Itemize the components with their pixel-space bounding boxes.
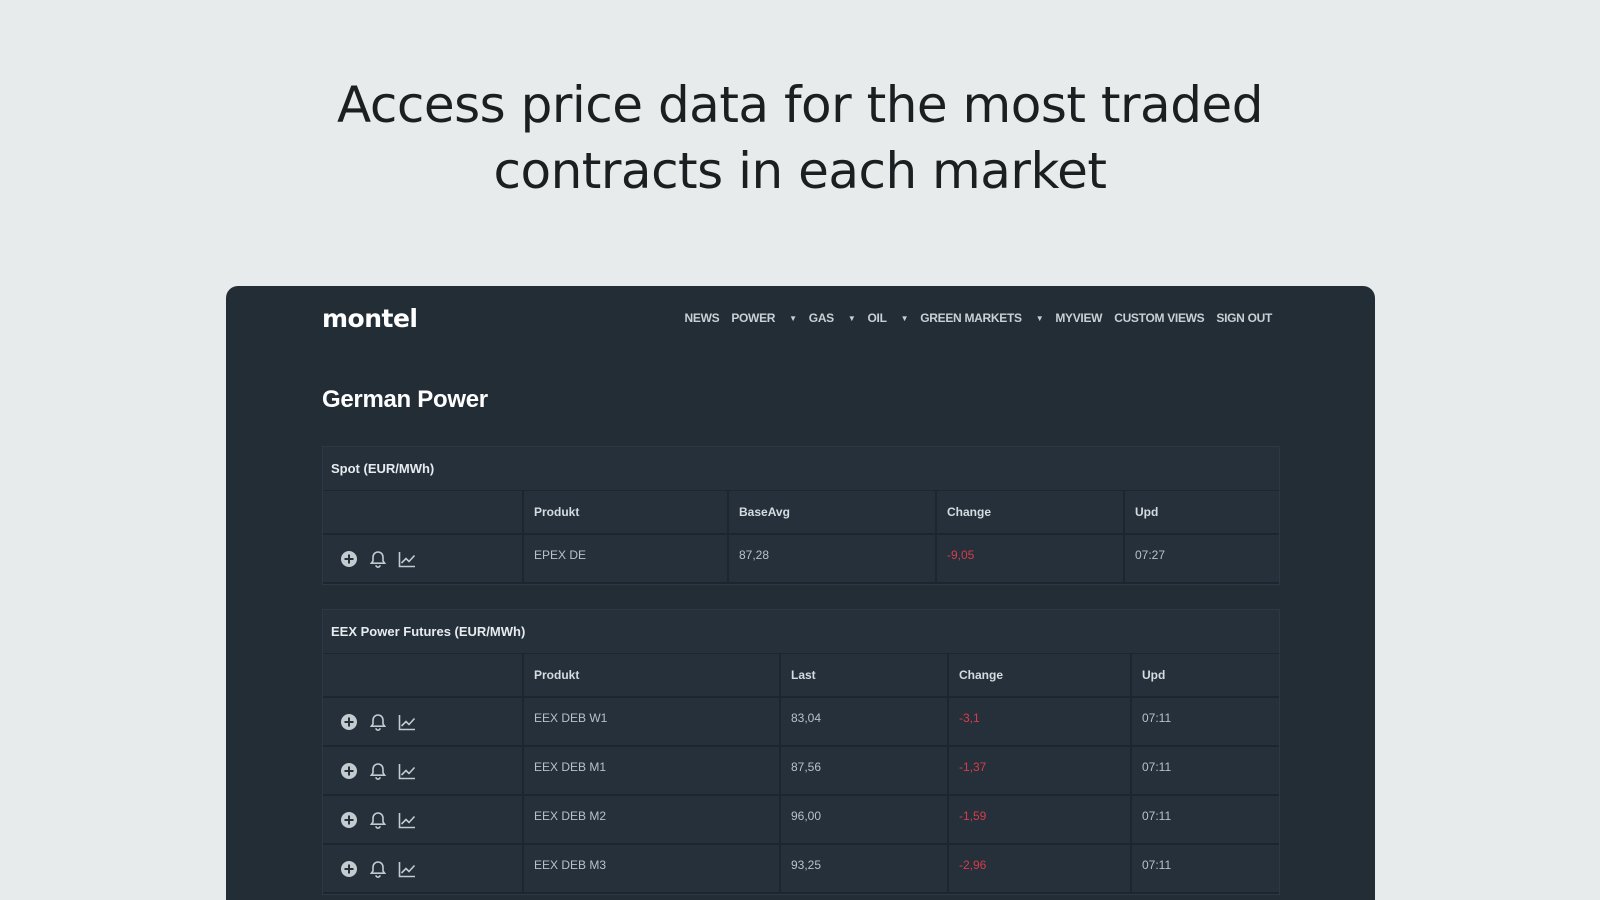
add-icon[interactable] [339,549,359,569]
table-header-row: Produkt Last Change Upd [323,654,1279,698]
upd-cell: 07:11 [1131,844,1279,894]
product-cell[interactable]: EEX DEB M3 [523,844,781,894]
topbar: montel NEWS POWER ▼ GAS ▼ OIL ▼ GREEN MA… [322,304,1272,334]
bell-icon[interactable] [368,761,388,781]
caret-down-icon: ▼ [1035,313,1044,323]
row-actions [323,746,524,796]
section-title: Spot (EUR/MWh) [323,447,1279,491]
nav-item-oil[interactable]: OIL ▼ [868,311,909,325]
add-icon[interactable] [339,859,359,879]
caret-down-icon: ▼ [847,313,856,323]
nav-label: OIL [867,311,887,325]
row-actions [323,697,524,747]
column-header[interactable]: Change [936,491,1125,535]
table-row: EEX DEB M3 93,25 -2,96 07:11 [323,844,1279,894]
nav-label: MYVIEW [1055,311,1103,325]
nav-label: SIGN OUT [1216,311,1272,325]
main-nav: NEWS POWER ▼ GAS ▼ OIL ▼ GREEN MARKETS ▼… [673,311,1273,325]
column-header[interactable]: Upd [1124,491,1279,535]
page-title: German Power [322,386,488,413]
row-actions [323,795,524,845]
caret-down-icon: ▼ [789,313,797,323]
column-header[interactable]: Produkt [523,654,781,698]
table-row: EEX DEB M1 87,56 -1,37 07:11 [323,746,1279,796]
chart-icon[interactable] [397,810,417,830]
bell-icon[interactable] [368,810,388,830]
table-header-row: Produkt BaseAvg Change Upd [323,491,1279,535]
change-cell: -3,1 [948,697,1132,747]
headline: Access price data for the most traded co… [0,72,1600,204]
value-cell: 87,56 [780,746,949,796]
chart-icon[interactable] [397,712,417,732]
column-header[interactable]: Last [780,654,949,698]
table-row: EEX DEB W1 83,04 -3,1 07:11 [323,697,1279,747]
product-cell[interactable]: EEX DEB M1 [523,746,781,796]
column-header[interactable]: Produkt [523,491,729,535]
spot-section: Spot (EUR/MWh) Produkt BaseAvg Change Up… [322,446,1280,585]
column-header [323,491,524,535]
table-row: EEX DEB M2 96,00 -1,59 07:11 [323,795,1279,845]
nav-item-news[interactable]: NEWS [685,311,720,325]
futures-table: Produkt Last Change Upd EEX DEB W1 83,04… [323,654,1279,894]
nav-item-sign-out[interactable]: SIGN OUT [1216,311,1272,325]
product-cell[interactable]: EPEX DE [523,534,729,584]
upd-cell: 07:27 [1124,534,1279,584]
futures-section: EEX Power Futures (EUR/MWh) Produkt Last… [322,609,1280,895]
table-row: EPEX DE 87,28 -9,05 07:27 [323,534,1279,584]
value-cell: 96,00 [780,795,949,845]
product-cell[interactable]: EEX DEB W1 [523,697,781,747]
change-cell: -2,96 [948,844,1132,894]
column-header[interactable]: Change [948,654,1132,698]
app-window: montel NEWS POWER ▼ GAS ▼ OIL ▼ GREEN MA… [226,286,1375,900]
headline-line-1: Access price data for the most traded [337,76,1263,134]
chart-icon[interactable] [397,859,417,879]
add-icon[interactable] [339,712,359,732]
product-cell[interactable]: EEX DEB M2 [523,795,781,845]
nav-item-power[interactable]: POWER ▼ [731,311,797,325]
nav-label: GREEN MARKETS [920,311,1022,325]
column-header [323,654,524,698]
column-header[interactable]: Upd [1131,654,1279,698]
nav-label: NEWS [684,311,720,325]
nav-label: POWER [731,311,776,325]
nav-item-custom-views[interactable]: CUSTOM VIEWS [1114,311,1204,325]
change-cell: -1,59 [948,795,1132,845]
row-actions [323,534,524,584]
spot-table: Produkt BaseAvg Change Upd EPEX DE 87,28… [323,491,1279,584]
nav-label: GAS [808,311,834,325]
bell-icon[interactable] [368,859,388,879]
nav-label: CUSTOM VIEWS [1114,311,1205,325]
nav-item-green-markets[interactable]: GREEN MARKETS ▼ [920,311,1043,325]
bell-icon[interactable] [368,549,388,569]
value-cell: 83,04 [780,697,949,747]
value-cell: 87,28 [728,534,937,584]
change-cell: -9,05 [936,534,1125,584]
add-icon[interactable] [339,810,359,830]
nav-item-gas[interactable]: GAS ▼ [809,311,856,325]
add-icon[interactable] [339,761,359,781]
headline-line-2: contracts in each market [493,142,1108,200]
chart-icon[interactable] [397,549,417,569]
value-cell: 93,25 [780,844,949,894]
column-header[interactable]: BaseAvg [728,491,937,535]
row-actions [323,844,524,894]
upd-cell: 07:11 [1131,795,1279,845]
upd-cell: 07:11 [1131,697,1279,747]
nav-item-myview[interactable]: MYVIEW [1055,311,1102,325]
upd-cell: 07:11 [1131,746,1279,796]
caret-down-icon: ▼ [900,313,909,323]
section-title: EEX Power Futures (EUR/MWh) [323,610,1279,654]
chart-icon[interactable] [397,761,417,781]
bell-icon[interactable] [368,712,388,732]
montel-logo[interactable]: montel [322,304,418,333]
change-cell: -1,37 [948,746,1132,796]
